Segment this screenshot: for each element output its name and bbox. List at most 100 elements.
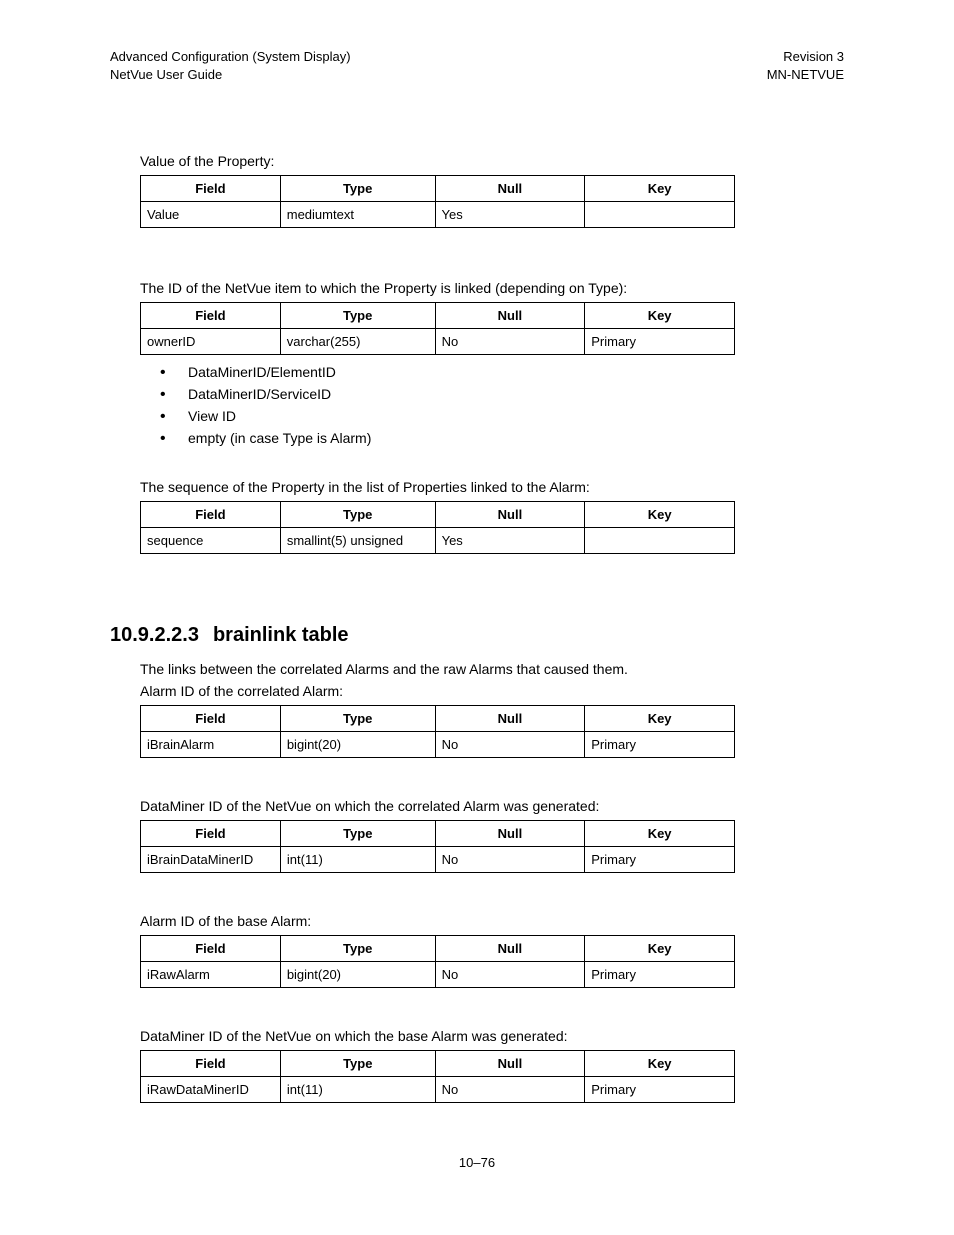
- cell-null: No: [435, 847, 585, 873]
- table-row: iRawDataMinerID int(11) No Primary: [141, 1077, 735, 1103]
- cell-field: Value: [141, 202, 281, 228]
- table-header-row: Field Type Null Key: [141, 502, 735, 528]
- table-ownerid: Field Type Null Key ownerID varchar(255)…: [140, 302, 735, 355]
- table-value-property: Field Type Null Key Value mediumtext Yes: [140, 175, 735, 228]
- col-header-null: Null: [435, 502, 585, 528]
- list-item: DataMinerID/ElementID: [160, 361, 844, 383]
- table-row: sequence smallint(5) unsigned Yes: [141, 528, 735, 554]
- table-sequence: Field Type Null Key sequence smallint(5)…: [140, 501, 735, 554]
- cell-type: int(11): [280, 1077, 435, 1103]
- header-right: Revision 3 MN-NETVUE: [767, 48, 844, 83]
- col-header-type: Type: [280, 1051, 435, 1077]
- section-heading-brainlink: 10.9.2.2.3 brainlink table: [110, 624, 844, 647]
- col-header-null: Null: [435, 706, 585, 732]
- table-header-row: Field Type Null Key: [141, 936, 735, 962]
- cell-type: bigint(20): [280, 732, 435, 758]
- cell-type: int(11): [280, 847, 435, 873]
- col-header-key: Key: [585, 821, 735, 847]
- cell-key: [585, 528, 735, 554]
- cell-field: ownerID: [141, 329, 281, 355]
- col-header-type: Type: [280, 821, 435, 847]
- col-header-null: Null: [435, 303, 585, 329]
- header-left-line2: NetVue User Guide: [110, 66, 351, 84]
- table-header-row: Field Type Null Key: [141, 706, 735, 732]
- cell-key: Primary: [585, 732, 735, 758]
- table-header-row: Field Type Null Key: [141, 303, 735, 329]
- col-header-null: Null: [435, 936, 585, 962]
- caption-sequence: The sequence of the Property in the list…: [110, 479, 844, 495]
- cell-type: mediumtext: [280, 202, 435, 228]
- header-right-line2: MN-NETVUE: [767, 66, 844, 84]
- col-header-type: Type: [280, 706, 435, 732]
- ownerid-bullet-list: DataMinerID/ElementID DataMinerID/Servic…: [160, 361, 844, 449]
- cell-type: bigint(20): [280, 962, 435, 988]
- col-header-type: Type: [280, 936, 435, 962]
- header-left-line1: Advanced Configuration (System Display): [110, 48, 351, 66]
- cell-null: No: [435, 732, 585, 758]
- col-header-type: Type: [280, 303, 435, 329]
- cell-field: iBrainDataMinerID: [141, 847, 281, 873]
- cell-null: Yes: [435, 202, 585, 228]
- col-header-key: Key: [585, 936, 735, 962]
- caption-ibraindataminerid: DataMiner ID of the NetVue on which the …: [110, 798, 844, 814]
- table-row: ownerID varchar(255) No Primary: [141, 329, 735, 355]
- col-header-type: Type: [280, 502, 435, 528]
- col-header-field: Field: [141, 936, 281, 962]
- table-irawalarm: Field Type Null Key iRawAlarm bigint(20)…: [140, 935, 735, 988]
- table-irawdataminerid: Field Type Null Key iRawDataMinerID int(…: [140, 1050, 735, 1103]
- table-row: Value mediumtext Yes: [141, 202, 735, 228]
- col-header-key: Key: [585, 176, 735, 202]
- table-row: iBrainAlarm bigint(20) No Primary: [141, 732, 735, 758]
- col-header-field: Field: [141, 706, 281, 732]
- col-header-type: Type: [280, 176, 435, 202]
- cell-key: Primary: [585, 847, 735, 873]
- table-row: iRawAlarm bigint(20) No Primary: [141, 962, 735, 988]
- table-header-row: Field Type Null Key: [141, 1051, 735, 1077]
- col-header-key: Key: [585, 1051, 735, 1077]
- list-item: DataMinerID/ServiceID: [160, 383, 844, 405]
- cell-type: smallint(5) unsigned: [280, 528, 435, 554]
- col-header-key: Key: [585, 706, 735, 732]
- col-header-field: Field: [141, 821, 281, 847]
- cell-key: Primary: [585, 1077, 735, 1103]
- cell-null: No: [435, 962, 585, 988]
- list-item: View ID: [160, 405, 844, 427]
- section-number: 10.9.2.2.3: [110, 624, 199, 647]
- cell-null: No: [435, 1077, 585, 1103]
- col-header-field: Field: [141, 303, 281, 329]
- header-right-line1: Revision 3: [767, 48, 844, 66]
- cell-field: sequence: [141, 528, 281, 554]
- cell-null: No: [435, 329, 585, 355]
- list-item: empty (in case Type is Alarm): [160, 427, 844, 449]
- header-left: Advanced Configuration (System Display) …: [110, 48, 351, 83]
- col-header-null: Null: [435, 821, 585, 847]
- table-header-row: Field Type Null Key: [141, 176, 735, 202]
- col-header-field: Field: [141, 1051, 281, 1077]
- section-intro-1: The links between the correlated Alarms …: [110, 661, 844, 677]
- caption-irawalarm: Alarm ID of the base Alarm:: [110, 913, 844, 929]
- caption-ownerid: The ID of the NetVue item to which the P…: [110, 280, 844, 296]
- col-header-key: Key: [585, 502, 735, 528]
- page-header: Advanced Configuration (System Display) …: [110, 48, 844, 83]
- cell-key: Primary: [585, 962, 735, 988]
- document-page: Advanced Configuration (System Display) …: [0, 0, 954, 1210]
- cell-null: Yes: [435, 528, 585, 554]
- cell-key: [585, 202, 735, 228]
- cell-field: iBrainAlarm: [141, 732, 281, 758]
- table-ibrainalarm: Field Type Null Key iBrainAlarm bigint(2…: [140, 705, 735, 758]
- cell-type: varchar(255): [280, 329, 435, 355]
- cell-field: iRawAlarm: [141, 962, 281, 988]
- caption-irawdataminerid: DataMiner ID of the NetVue on which the …: [110, 1028, 844, 1044]
- caption-value-property: Value of the Property:: [110, 153, 844, 169]
- table-row: iBrainDataMinerID int(11) No Primary: [141, 847, 735, 873]
- cell-field: iRawDataMinerID: [141, 1077, 281, 1103]
- table-header-row: Field Type Null Key: [141, 821, 735, 847]
- col-header-field: Field: [141, 176, 281, 202]
- col-header-key: Key: [585, 303, 735, 329]
- col-header-field: Field: [141, 502, 281, 528]
- cell-key: Primary: [585, 329, 735, 355]
- section-intro-2: Alarm ID of the correlated Alarm:: [110, 683, 844, 699]
- col-header-null: Null: [435, 1051, 585, 1077]
- page-footer: 10–76: [110, 1155, 844, 1170]
- section-title: brainlink table: [213, 624, 349, 646]
